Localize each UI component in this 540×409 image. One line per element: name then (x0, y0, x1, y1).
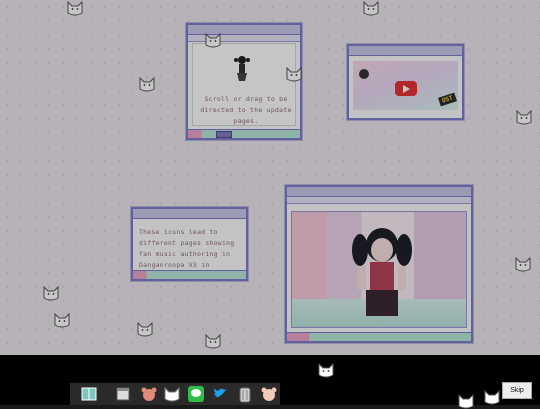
cat-face-icon[interactable] (457, 393, 475, 409)
cat-face-icon[interactable] (362, 0, 380, 16)
trash-can-icon[interactable] (236, 385, 254, 403)
bear-icon[interactable] (140, 385, 158, 403)
ost-badge: OST (438, 92, 457, 107)
window-body: Scroll or drag to be directed to the upd… (192, 43, 296, 126)
window-toolbar (287, 197, 471, 204)
cat-face-icon[interactable] (514, 256, 532, 272)
channel-avatar-icon (359, 69, 369, 79)
cat-face-icon[interactable] (66, 0, 84, 16)
cat-face-icon[interactable] (204, 333, 222, 349)
desktop: Scroll or drag to be directed to the upd… (0, 0, 540, 355)
links-note-window[interactable]: These icons lead to different pages show… (131, 207, 248, 281)
cat-face-icon[interactable] (483, 389, 501, 405)
character-artwork (291, 211, 467, 328)
cat-face-icon[interactable] (285, 66, 303, 82)
links-note-text: These icons lead to different pages show… (139, 228, 235, 269)
window-titlebar[interactable] (133, 209, 246, 219)
window-status-bar (133, 270, 246, 279)
character-art-window[interactable] (285, 185, 473, 343)
bird-icon[interactable] (211, 385, 229, 403)
chat-icon[interactable] (187, 385, 205, 403)
video-window[interactable]: OST (347, 44, 464, 120)
window-icon[interactable] (114, 385, 132, 403)
window-titlebar[interactable] (287, 187, 471, 197)
video-thumbnail[interactable]: OST (353, 61, 458, 110)
instruction-text: Scroll or drag to be directed to the upd… (200, 95, 292, 125)
window-status-bar (188, 129, 300, 138)
cat-face-icon[interactable] (163, 385, 181, 403)
skip-button[interactable]: Skip (502, 382, 532, 399)
cat-face-icon[interactable] (317, 362, 335, 378)
youtube-play-icon[interactable] (395, 81, 417, 96)
cat-face-icon[interactable] (42, 285, 60, 301)
bear-icon[interactable] (260, 385, 278, 403)
chibi-character-icon (234, 56, 250, 81)
status-button[interactable] (216, 131, 232, 138)
book-icon[interactable] (80, 385, 98, 403)
cat-face-icon[interactable] (53, 312, 71, 328)
window-titlebar[interactable] (349, 46, 462, 56)
cat-face-icon[interactable] (204, 32, 222, 48)
window-status-bar (287, 332, 471, 341)
cat-face-icon[interactable] (138, 76, 156, 92)
character-figure-icon (352, 228, 412, 316)
cat-face-icon[interactable] (136, 321, 154, 337)
cat-face-icon[interactable] (515, 109, 533, 125)
